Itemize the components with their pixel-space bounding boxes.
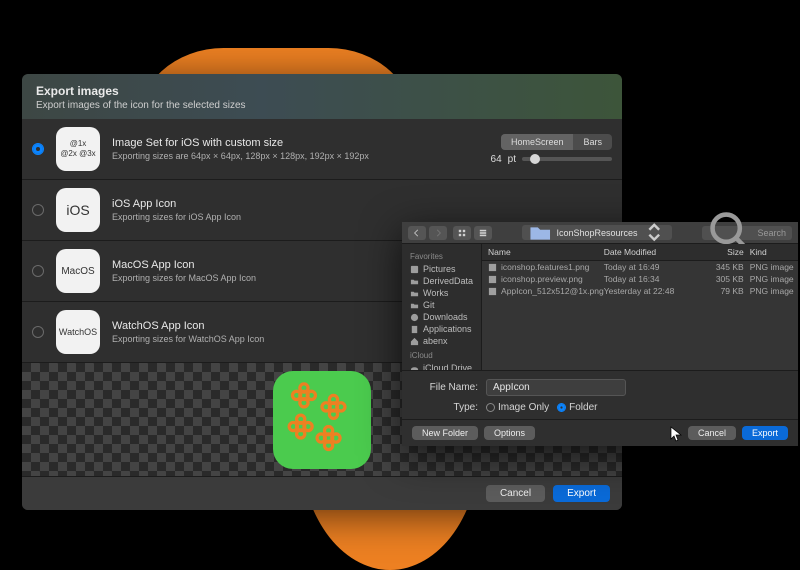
sidebar-item[interactable]: Git: [402, 299, 481, 311]
export-button[interactable]: Export: [553, 485, 610, 502]
option-thumbnail: WatchOS: [56, 310, 100, 354]
download-icon: [410, 313, 419, 322]
col-date[interactable]: Date Modified: [604, 247, 694, 257]
option-thumbnail: iOS: [56, 188, 100, 232]
icloud-header: iCloud: [402, 349, 481, 362]
cancel-button[interactable]: Cancel: [486, 485, 545, 502]
filename-label: File Name:: [414, 382, 478, 393]
dialog-header: Export images Export images of the icon …: [22, 74, 622, 119]
png-icon: [488, 275, 497, 284]
file-row[interactable]: iconshop.features1.png Today at 16:49 34…: [482, 261, 798, 273]
save-panel: IconShopResources Search Favorites Pictu…: [402, 222, 798, 446]
col-size[interactable]: Size: [694, 247, 744, 257]
sidebar-item[interactable]: Pictures: [402, 263, 481, 275]
sidebar-item[interactable]: DerivedData: [402, 275, 481, 287]
size-unit: pt: [508, 154, 516, 165]
segment-bars[interactable]: Bars: [573, 134, 612, 150]
folder-icon: [410, 277, 419, 286]
file-browser: Name Date Modified Size Kind iconshop.fe…: [482, 244, 798, 370]
new-folder-button[interactable]: New Folder: [412, 426, 478, 440]
sidebar-item[interactable]: abenx: [402, 335, 481, 347]
col-kind[interactable]: Kind: [744, 247, 796, 257]
sheet-cancel-button[interactable]: Cancel: [688, 426, 736, 440]
option-thumbnail: MacOS: [56, 249, 100, 293]
location-popup[interactable]: IconShopResources: [522, 225, 672, 240]
filename-input[interactable]: [486, 379, 626, 396]
favorites-header: Favorites: [402, 250, 481, 263]
nav-back-button[interactable]: [408, 226, 426, 240]
view-mode-button[interactable]: [453, 226, 471, 240]
png-icon: [488, 287, 497, 296]
sidebar-favorites: Favorites Pictures DerivedData Works Git…: [402, 244, 482, 370]
type-image-only-radio[interactable]: Image Only: [486, 402, 549, 413]
option-thumbnail: @1x @2x @3x: [56, 127, 100, 171]
radio-selected-icon[interactable]: [32, 143, 44, 155]
options-button[interactable]: Options: [484, 426, 535, 440]
option-title: Image Set for iOS with custom size: [112, 137, 483, 149]
radio-icon[interactable]: [32, 265, 44, 277]
option-title: iOS App Icon: [112, 198, 612, 210]
radio-icon[interactable]: [32, 326, 44, 338]
segmented-control[interactable]: HomeScreen Bars: [501, 134, 612, 150]
file-row[interactable]: AppIcon_512x512@1x.png Yesterday at 22:4…: [482, 285, 798, 297]
dialog-subtitle: Export images of the icon for the select…: [36, 100, 608, 111]
folder-icon: [528, 220, 552, 244]
col-name[interactable]: Name: [488, 247, 604, 257]
app-icon-preview: [273, 371, 371, 469]
export-option-row[interactable]: @1x @2x @3x Image Set for iOS with custo…: [22, 119, 622, 180]
size-value: 64: [491, 154, 502, 165]
sidebar-item[interactable]: Works: [402, 287, 481, 299]
view-mode-list-button[interactable]: [474, 226, 492, 240]
dialog-title: Export images: [36, 84, 608, 98]
nav-forward-button[interactable]: [429, 226, 447, 240]
file-row[interactable]: iconshop.preview.png Today at 16:34 305 …: [482, 273, 798, 285]
sidebar-item[interactable]: iCloud Drive: [402, 362, 481, 370]
type-folder-radio[interactable]: Folder: [557, 402, 597, 413]
folder-icon: [410, 301, 419, 310]
type-label: Type:: [414, 402, 478, 413]
cursor-icon: [670, 426, 682, 442]
location-label: IconShopResources: [556, 228, 637, 238]
sidebar-item[interactable]: Applications: [402, 323, 481, 335]
option-subtitle: Exporting sizes are 64px × 64px, 128px ×…: [112, 151, 483, 161]
app-icon-glyph: [281, 379, 363, 461]
png-icon: [488, 263, 497, 272]
segment-homescreen[interactable]: HomeScreen: [501, 134, 574, 150]
folder-icon: [410, 289, 419, 298]
home-icon: [410, 337, 419, 346]
save-panel-fields: File Name: Type: Image Only Folder: [402, 370, 798, 419]
search-placeholder: Search: [757, 228, 786, 238]
search-input[interactable]: Search: [702, 226, 792, 240]
sheet-export-button[interactable]: Export: [742, 426, 788, 440]
sidebar-item[interactable]: Downloads: [402, 311, 481, 323]
save-panel-toolbar: IconShopResources Search: [402, 222, 798, 244]
radio-icon[interactable]: [32, 204, 44, 216]
picture-icon: [410, 265, 419, 274]
dialog-footer: Cancel Export: [22, 476, 622, 510]
chevron-updown-icon: [642, 220, 666, 244]
column-headers[interactable]: Name Date Modified Size Kind: [482, 244, 798, 261]
save-panel-footer: New Folder Options Cancel Export: [402, 419, 798, 446]
app-icon: [410, 325, 419, 334]
size-slider[interactable]: [522, 157, 612, 161]
